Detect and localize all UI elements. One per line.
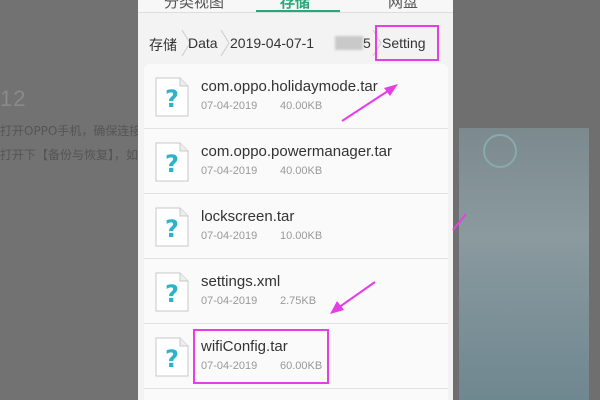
arrow-line [337,281,376,309]
arrow-head-icon [330,301,344,314]
arrow-head-icon [384,84,398,96]
arrow-line [341,88,392,122]
annotation-arrows [330,84,467,314]
arrow-line [452,213,467,231]
